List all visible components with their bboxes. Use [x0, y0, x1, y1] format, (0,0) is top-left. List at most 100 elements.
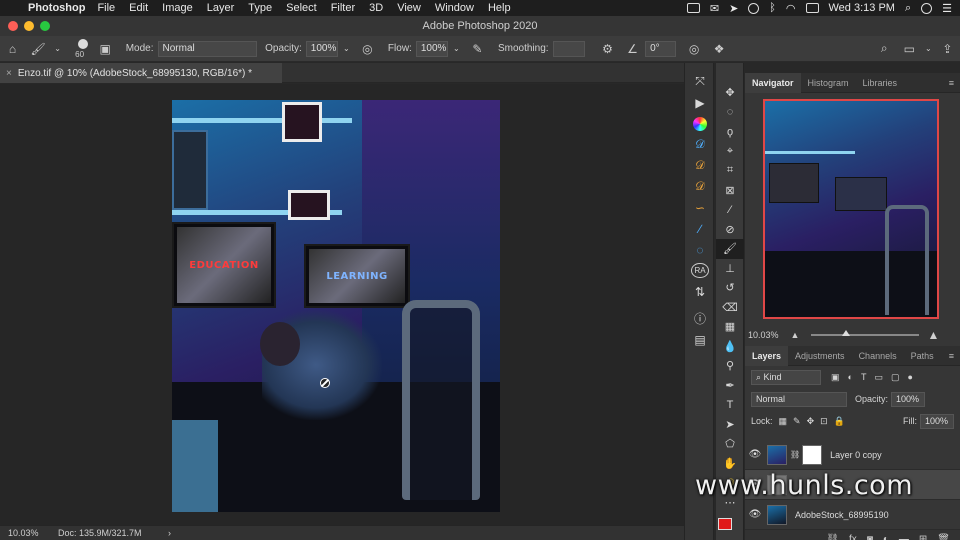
menu-layer[interactable]: Layer — [207, 2, 235, 14]
creative-cloud-icon[interactable] — [748, 2, 760, 14]
zoom-slider-handle[interactable] — [842, 330, 850, 336]
lock-image-icon[interactable]: ✎ — [793, 416, 801, 427]
document-image[interactable]: EDUCATION LEARNING — [172, 100, 500, 512]
mask-icon[interactable]: ◙ — [867, 534, 873, 540]
menu-select[interactable]: Select — [286, 2, 317, 14]
color-wheel-icon[interactable] — [685, 113, 715, 134]
brush-settings-icon[interactable]: ▣ — [99, 42, 112, 56]
navigator-preview[interactable] — [763, 99, 939, 319]
marquee-tool-icon[interactable]: ◌ — [716, 103, 744, 123]
brush-preset-icon[interactable]: ∕ — [685, 218, 715, 239]
menu-3d[interactable]: 3D — [369, 2, 383, 14]
path-selection-tool-icon[interactable]: ➤ — [716, 415, 744, 435]
pressure-size-icon[interactable]: ◎ — [688, 42, 701, 56]
canvas-area[interactable]: EDUCATION LEARNING — [0, 84, 684, 525]
status-zoom[interactable]: 10.03% — [0, 528, 58, 538]
chevron-down-icon[interactable]: ⌄ — [340, 42, 353, 56]
layer-fill-field[interactable]: 100% — [920, 413, 954, 429]
lock-all-icon[interactable]: 🔒 — [834, 416, 845, 427]
home-icon[interactable]: ⌂ — [6, 42, 19, 56]
zoom-window-button[interactable] — [40, 21, 50, 31]
ra-plugin-icon[interactable]: RA — [685, 260, 715, 281]
brush-preset-icon[interactable]: ∽ — [685, 197, 715, 218]
opacity-field[interactable]: 100% — [305, 40, 338, 57]
menu-type[interactable]: Type — [248, 2, 272, 14]
actions-play-icon[interactable]: ▶ — [685, 92, 715, 113]
airbrush-icon[interactable]: ✎ — [471, 42, 484, 56]
layer-opacity-field[interactable]: 100% — [891, 391, 926, 407]
layer-mask-thumbnail[interactable] — [802, 444, 823, 465]
visibility-eye-icon[interactable]: 👁 — [745, 509, 765, 520]
filter-type-icon[interactable]: T — [861, 372, 867, 382]
tab-layers[interactable]: Layers — [745, 345, 789, 366]
quick-select-tool-icon[interactable]: ⌖ — [716, 142, 744, 162]
tab-paths[interactable]: Paths — [904, 346, 941, 366]
workspace-icon[interactable]: ▭ — [903, 42, 916, 56]
location-icon[interactable]: ➤ — [729, 2, 738, 15]
layer-row[interactable]: 👁 ⛓ Layer 0 copy — [745, 440, 960, 470]
tab-adjustments[interactable]: Adjustments — [788, 346, 852, 366]
search-icon[interactable]: ⌕ — [878, 41, 891, 56]
lock-transparent-icon[interactable]: ▦ — [779, 416, 788, 427]
brush-tool-icon[interactable]: 🖌 — [716, 239, 744, 259]
new-layer-icon[interactable]: ⊞ — [919, 534, 927, 540]
chevron-down-icon[interactable]: ⌄ — [51, 42, 64, 56]
eyedropper-tool-icon[interactable]: ⁄ — [716, 200, 744, 220]
properties-icon[interactable]: ▤ — [685, 329, 715, 350]
clone-stamp-tool-icon[interactable]: ⊥ — [716, 259, 744, 279]
dodge-tool-icon[interactable]: ⚲ — [716, 356, 744, 376]
tab-histogram[interactable]: Histogram — [801, 73, 856, 93]
blur-tool-icon[interactable]: 💧 — [716, 337, 744, 357]
brush-size-picker[interactable]: 60 — [72, 38, 93, 60]
menu-file[interactable]: File — [97, 2, 115, 14]
mail-icon[interactable]: ✉ — [710, 2, 719, 15]
link-icon[interactable]: ⛓ — [826, 534, 839, 540]
shape-tool-icon[interactable]: ⬠ — [716, 434, 744, 454]
clone-source-icon[interactable]: ◌ — [685, 239, 715, 260]
layer-row[interactable]: 👁 AdobeStock_68995190 — [745, 500, 960, 530]
filter-shape-icon[interactable]: ▭ — [874, 372, 883, 383]
smoothing-field[interactable] — [552, 40, 585, 57]
notification-center-icon[interactable]: ☰ — [942, 2, 952, 15]
frame-tool-icon[interactable]: ⊠ — [716, 181, 744, 201]
filter-toggle-icon[interactable]: ● — [907, 372, 912, 382]
status-menu-arrow[interactable]: › — [168, 528, 171, 538]
brush-tool-preset-icon[interactable]: 🖌 — [30, 42, 45, 56]
share-icon[interactable]: ⇪ — [941, 42, 954, 56]
flow-field[interactable]: 100% — [415, 40, 448, 57]
document-tab[interactable]: × Enzo.tif @ 10% (AdobeStock_68995130, R… — [0, 63, 282, 83]
eraser-tool-icon[interactable]: ⌫ — [716, 298, 744, 318]
brush-angle-field[interactable]: 0° — [645, 40, 676, 57]
clock[interactable]: Wed 3:13 PM — [829, 2, 895, 14]
tab-navigator[interactable]: Navigator — [745, 72, 801, 93]
history-icon[interactable]: ⤧ — [685, 71, 715, 92]
folder-icon[interactable]: ▬ — [899, 534, 909, 540]
brushes-icon[interactable]: 𝒟 — [685, 134, 715, 155]
screen-record-icon[interactable] — [686, 3, 700, 13]
battery-icon[interactable] — [805, 3, 819, 13]
zoom-out-icon[interactable]: ▲ — [791, 330, 800, 340]
mode-select[interactable]: Normal — [157, 40, 258, 57]
zoom-in-icon[interactable]: ▲ — [927, 328, 939, 342]
filter-smart-object-icon[interactable]: ▢ — [891, 372, 900, 383]
smoothing-settings-gear-icon[interactable]: ⚙ — [601, 42, 614, 56]
foreground-color-swatch[interactable] — [718, 518, 732, 530]
menu-filter[interactable]: Filter — [331, 2, 355, 14]
gradient-tool-icon[interactable]: ▦ — [716, 317, 744, 337]
menu-app-name[interactable]: Photoshop — [28, 2, 85, 14]
close-window-button[interactable] — [8, 21, 18, 31]
visibility-eye-icon[interactable]: 👁 — [745, 449, 765, 460]
chain-link-icon[interactable]: ⛓ — [790, 450, 800, 459]
tab-channels[interactable]: Channels — [852, 346, 904, 366]
filter-adjustment-icon[interactable]: ◐ — [848, 372, 853, 382]
history-brush-tool-icon[interactable]: ↺ — [716, 278, 744, 298]
adjustment-icon[interactable]: ◐ — [883, 534, 889, 540]
search-icon[interactable]: ⌕ — [905, 2, 911, 15]
chevron-down-icon[interactable]: ⌄ — [922, 42, 935, 56]
pressure-opacity-icon[interactable]: ◎ — [361, 42, 374, 56]
tab-libraries[interactable]: Libraries — [856, 73, 905, 93]
close-tab-icon[interactable]: × — [6, 68, 12, 79]
menu-edit[interactable]: Edit — [129, 2, 148, 14]
layer-filter-kind-select[interactable]: ⌕ Kind — [751, 369, 821, 385]
type-tool-icon[interactable]: T — [716, 395, 744, 415]
